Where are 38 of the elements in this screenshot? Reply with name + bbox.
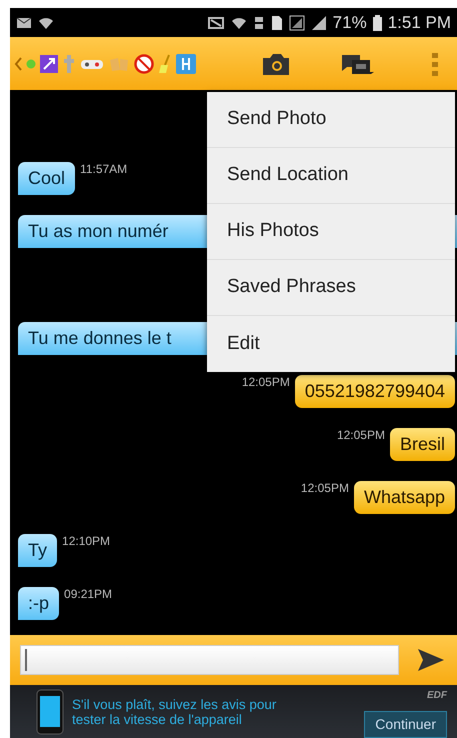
- message-bubble: Whatsapp: [354, 481, 455, 514]
- broom-icon: [158, 54, 172, 74]
- message-bubble: Bresil: [390, 428, 455, 461]
- back-icon[interactable]: [14, 56, 22, 70]
- wifi-icon: [230, 16, 247, 30]
- wifi-icon: [38, 16, 54, 30]
- message-bubble: 05521982799404: [294, 375, 455, 408]
- timestamp: 12:05PM: [240, 375, 291, 389]
- continue-button[interactable]: Continuer: [364, 711, 447, 738]
- sim-icon: [270, 14, 283, 30]
- send-icon[interactable]: [417, 648, 445, 672]
- menu-item[interactable]: Saved Phrases: [207, 260, 455, 316]
- timestamp: 11:57AM: [79, 162, 128, 176]
- gamepad-icon: [80, 58, 104, 70]
- message-bubble: :-p: [18, 587, 60, 620]
- ad-brand: EDF: [427, 689, 447, 703]
- network-icon: [252, 14, 265, 30]
- battery-icon: [372, 14, 382, 30]
- text-cursor-icon: [25, 649, 27, 671]
- message-input[interactable]: [20, 645, 399, 675]
- menu-item[interactable]: His Photos: [207, 204, 455, 260]
- clock-text: 1:51 PM: [388, 12, 451, 34]
- signal-icon: [288, 14, 305, 30]
- ad-text: S'il vous plaît, suivez les avis pour tester la vitesse de l'appareil: [72, 696, 277, 726]
- message-bubble: Ty: [18, 534, 58, 567]
- message-bubble: Cool: [18, 162, 76, 195]
- status-dot-icon: [26, 58, 36, 68]
- mail-icon: [16, 16, 32, 28]
- signal-icon: [310, 14, 327, 30]
- timestamp: 09:21PM: [63, 587, 114, 601]
- menu-item[interactable]: Send Location: [207, 148, 455, 204]
- camera-icon[interactable]: [261, 52, 291, 76]
- timestamp: 12:05PM: [300, 481, 350, 495]
- timestamp: 12:05PM: [336, 428, 386, 442]
- battery-text: 71%: [332, 12, 367, 34]
- phone-icon: [36, 688, 64, 734]
- timestamp: 12:10PM: [61, 534, 112, 548]
- menu-item[interactable]: Send Photo: [207, 92, 455, 148]
